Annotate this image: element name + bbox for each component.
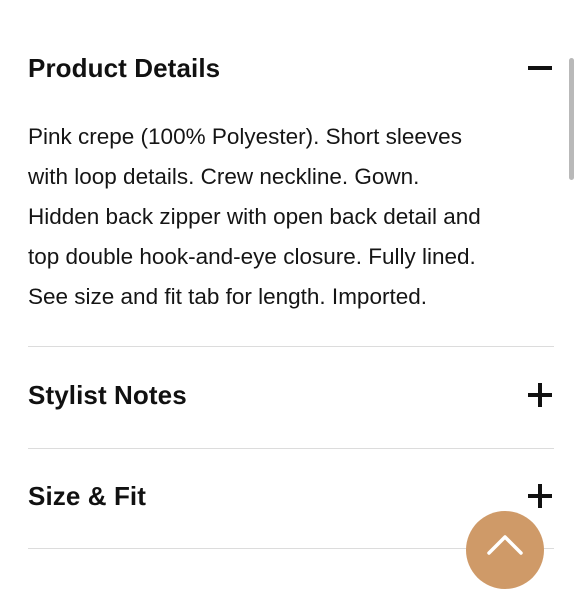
scrollbar-thumb[interactable] — [569, 58, 574, 180]
size-fit-title: Size & Fit — [28, 480, 147, 511]
plus-icon[interactable] — [528, 484, 552, 508]
plus-icon[interactable] — [528, 383, 552, 407]
description-line: See size and fit tab for length. Importe… — [28, 284, 427, 309]
section-divider — [28, 448, 554, 449]
product-description: Pink crepe (100% Polyester). Short sleev… — [28, 117, 554, 317]
description-line: top double hook-and-eye closure. Fully l… — [28, 244, 476, 269]
minus-icon-bar — [528, 66, 552, 70]
product-details-header[interactable]: Product Details — [28, 50, 554, 86]
size-fit-header[interactable]: Size & Fit — [28, 477, 554, 515]
description-line: with loop details. Crew neckline. Gown. — [28, 164, 420, 189]
plus-icon-bar-vertical — [538, 484, 542, 508]
description-line: Hidden back zipper with open back detail… — [28, 204, 481, 229]
chevron-up-icon — [487, 535, 523, 555]
description-line: Pink crepe (100% Polyester). Short sleev… — [28, 124, 462, 149]
section-divider — [28, 346, 554, 347]
minus-icon[interactable] — [528, 56, 552, 80]
product-details-title: Product Details — [28, 52, 221, 83]
plus-icon-bar-vertical — [538, 383, 542, 407]
stylist-notes-title: Stylist Notes — [28, 379, 187, 410]
back-to-top-button[interactable] — [466, 511, 544, 589]
stylist-notes-header[interactable]: Stylist Notes — [28, 376, 554, 414]
